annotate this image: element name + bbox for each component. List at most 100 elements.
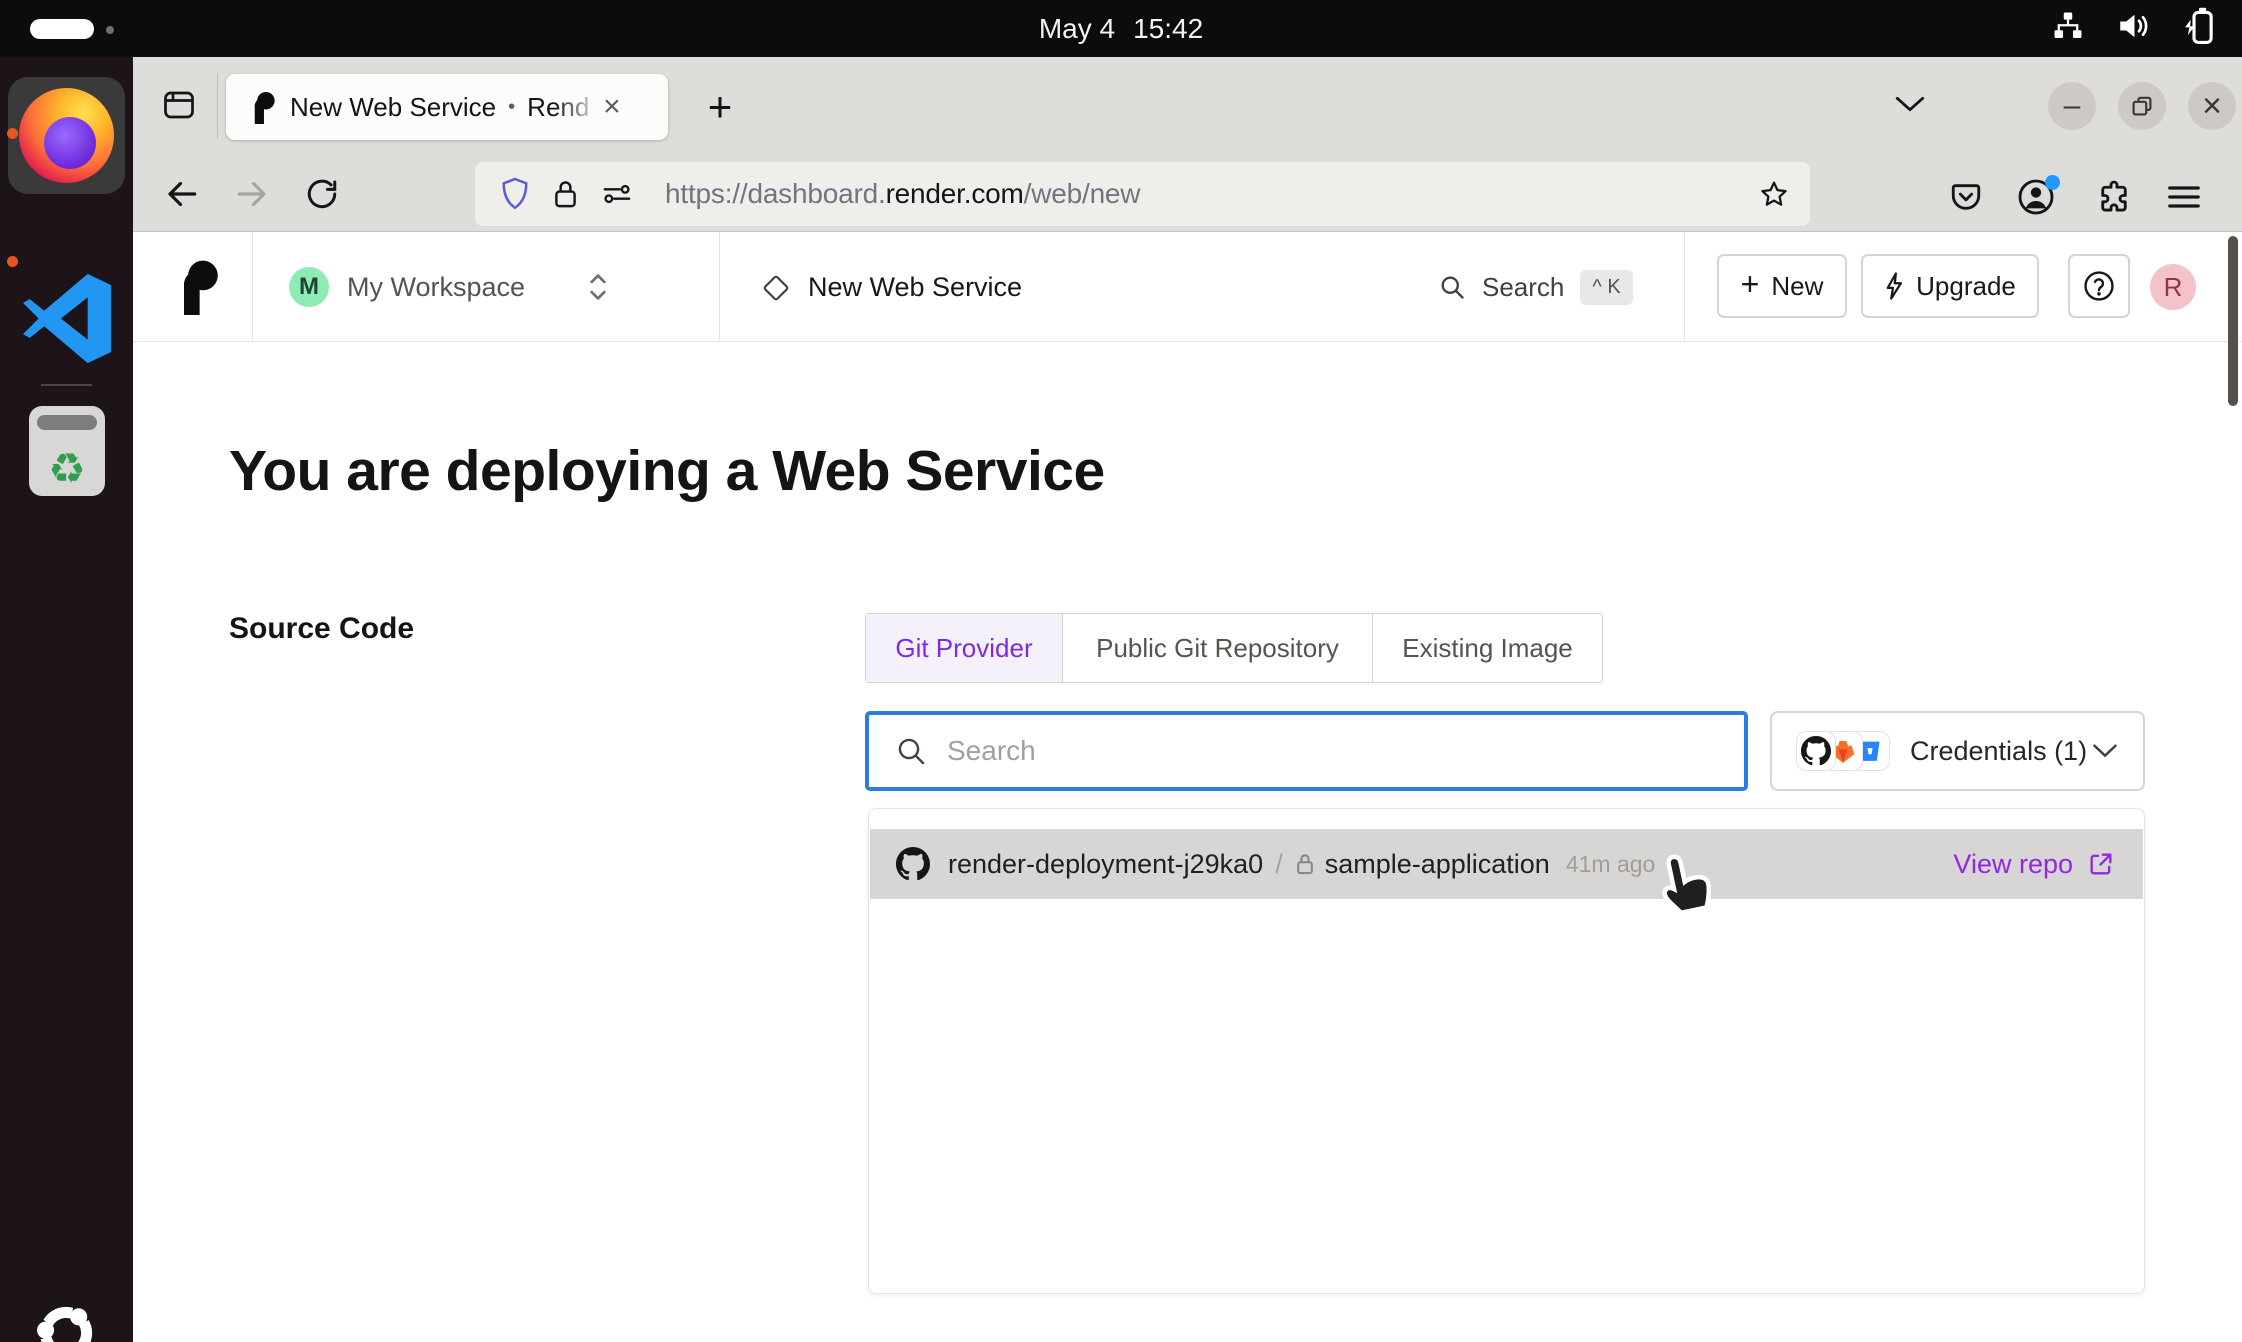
repo-list-panel: render-deployment-j29ka0 / sample-applic… bbox=[868, 808, 2145, 1294]
help-icon bbox=[2082, 269, 2116, 303]
tab-list-button[interactable] bbox=[1890, 89, 1930, 119]
back-button[interactable] bbox=[160, 172, 204, 216]
help-button[interactable] bbox=[2068, 254, 2130, 318]
new-tab-button[interactable]: + bbox=[692, 79, 748, 135]
menu-button[interactable] bbox=[2160, 173, 2208, 221]
new-button-label: New bbox=[1771, 271, 1823, 302]
pocket-button[interactable] bbox=[1942, 173, 1990, 221]
render-logo[interactable] bbox=[176, 259, 220, 315]
url-scheme: https://dashboard. bbox=[665, 178, 886, 209]
firefox-running-dot bbox=[7, 128, 18, 139]
permissions-icon[interactable] bbox=[601, 180, 633, 208]
vscode-icon bbox=[13, 265, 120, 372]
url-domain: render.com bbox=[886, 178, 1024, 209]
page-title: New Web Service bbox=[808, 232, 1022, 342]
repo-age: 41m ago bbox=[1566, 851, 1656, 878]
page-scrollbar-thumb[interactable] bbox=[2228, 236, 2238, 406]
clock[interactable]: May 4 15:42 bbox=[0, 0, 2242, 57]
source-code-label: Source Code bbox=[229, 612, 414, 646]
url-path: /web/new bbox=[1024, 178, 1141, 209]
workspace-avatar[interactable]: M bbox=[289, 267, 329, 307]
battery-icon bbox=[2180, 6, 2218, 51]
reload-icon bbox=[305, 177, 339, 211]
system-tray[interactable] bbox=[2050, 0, 2218, 57]
tab-title-cut: Rend bbox=[527, 92, 601, 123]
credentials-label: Credentials (1) bbox=[1910, 736, 2087, 767]
user-avatar[interactable]: R bbox=[2150, 264, 2196, 310]
window-minimize-button[interactable]: – bbox=[2048, 82, 2096, 130]
repo-owner: render-deployment-j29ka0 bbox=[948, 849, 1263, 880]
header-divider bbox=[719, 232, 720, 342]
account-notification-dot bbox=[2045, 175, 2060, 190]
repo-separator: / bbox=[1275, 849, 1283, 880]
tab-title-fade bbox=[555, 92, 601, 123]
tab-git-provider[interactable]: Git Provider bbox=[866, 614, 1063, 682]
firefox-icon-core bbox=[44, 117, 96, 169]
tracking-shield-icon[interactable] bbox=[500, 176, 530, 212]
view-repo-link[interactable]: View repo bbox=[1953, 849, 2073, 880]
firefox-view-button[interactable] bbox=[155, 81, 203, 129]
tab-close-button[interactable]: × bbox=[603, 92, 621, 122]
chevron-down-icon bbox=[1893, 93, 1927, 115]
upgrade-button[interactable]: Upgrade bbox=[1861, 254, 2039, 318]
dock-divider bbox=[41, 384, 92, 386]
dock-item-vscode[interactable] bbox=[13, 265, 120, 372]
header-divider bbox=[252, 232, 253, 342]
repo-row[interactable]: render-deployment-j29ka0 / sample-applic… bbox=[870, 829, 2143, 899]
header-divider bbox=[1684, 232, 1685, 342]
search-shortcut-badge: ^ K bbox=[1580, 270, 1632, 305]
source-tabs: Git Provider Public Git Repository Exist… bbox=[865, 613, 1603, 683]
browser-tab-active[interactable]: New Web Service • Rend × bbox=[226, 74, 668, 140]
repo-search-box bbox=[865, 711, 1748, 791]
deploy-heading: You are deploying a Web Service bbox=[229, 438, 1105, 504]
upgrade-button-label: Upgrade bbox=[1916, 271, 2016, 302]
lock-icon[interactable] bbox=[552, 177, 579, 211]
tab-public-git-repository[interactable]: Public Git Repository bbox=[1063, 614, 1373, 682]
repo-search-input[interactable] bbox=[947, 735, 1724, 767]
account-button[interactable] bbox=[2012, 173, 2060, 221]
service-diamond-icon bbox=[761, 273, 791, 308]
reload-button[interactable] bbox=[300, 172, 344, 216]
external-link-icon bbox=[2087, 850, 2115, 878]
search-label: Search bbox=[1482, 272, 1564, 303]
global-search-button[interactable]: Search ^ K bbox=[1438, 232, 1633, 342]
github-icon bbox=[896, 847, 930, 881]
ubuntu-logo-icon bbox=[28, 1295, 104, 1342]
workspace-chevrons-icon[interactable] bbox=[585, 268, 611, 311]
window-close-button[interactable]: × bbox=[2188, 82, 2236, 130]
dock-item-trash[interactable]: ♻ bbox=[29, 406, 105, 496]
github-credential-icon bbox=[1796, 731, 1836, 771]
activities-indicator[interactable] bbox=[30, 19, 94, 39]
window-restore-button[interactable] bbox=[2118, 82, 2166, 130]
hamburger-icon bbox=[2166, 182, 2202, 212]
network-icon bbox=[2050, 9, 2086, 48]
dock: ♻ bbox=[0, 57, 133, 1342]
chevron-down-icon bbox=[2091, 742, 2119, 760]
pocket-icon bbox=[1949, 180, 1983, 214]
trash-lid bbox=[37, 415, 97, 430]
show-apps-button[interactable] bbox=[28, 1295, 104, 1342]
tab-title: New Web Service bbox=[290, 92, 496, 123]
private-lock-icon bbox=[1295, 851, 1315, 877]
system-bar: May 4 15:42 bbox=[0, 0, 2242, 57]
forward-icon bbox=[234, 176, 270, 212]
repo-name: sample-application bbox=[1325, 849, 1550, 880]
url-bar[interactable]: https://dashboard.render.com/web/new bbox=[475, 162, 1810, 226]
puzzle-icon bbox=[2096, 179, 2132, 215]
render-favicon bbox=[250, 91, 276, 124]
tab-existing-image[interactable]: Existing Image bbox=[1373, 614, 1602, 682]
volume-icon bbox=[2114, 8, 2152, 49]
tab-title-separator: • bbox=[508, 96, 515, 119]
firefox-view-icon bbox=[161, 87, 197, 123]
hand-cursor bbox=[1653, 846, 1719, 932]
url-text: https://dashboard.render.com/web/new bbox=[665, 178, 1758, 210]
forward-button[interactable] bbox=[230, 172, 274, 216]
search-icon bbox=[1438, 273, 1466, 301]
workspace-switcher[interactable]: My Workspace bbox=[347, 232, 525, 342]
new-button[interactable]: + New bbox=[1717, 254, 1847, 318]
bookmark-star-button[interactable] bbox=[1758, 178, 1790, 210]
credentials-dropdown[interactable]: Credentials (1) bbox=[1770, 711, 2145, 791]
vscode-running-dot bbox=[7, 256, 18, 267]
extensions-button[interactable] bbox=[2090, 173, 2138, 221]
restore-icon bbox=[2130, 94, 2154, 118]
